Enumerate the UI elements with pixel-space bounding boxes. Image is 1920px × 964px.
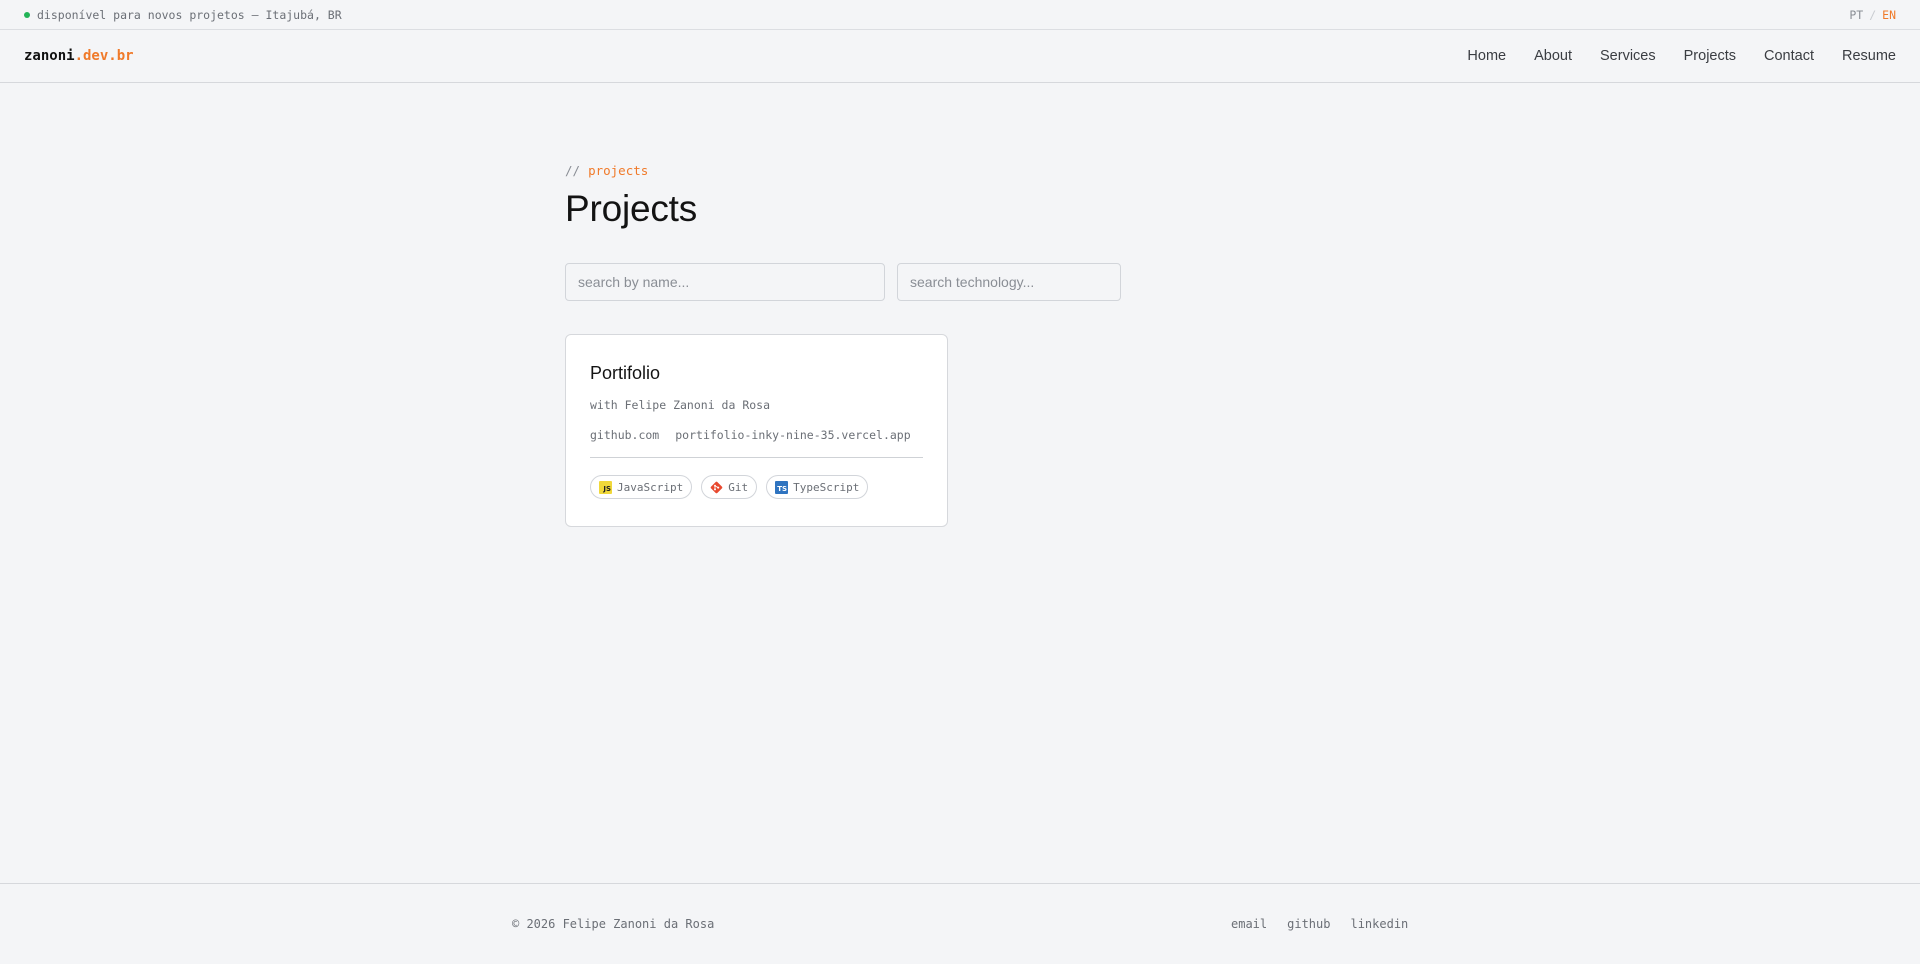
page-title: Projects <box>565 188 698 229</box>
tech-tags: JS JavaScript Git TS TypeScript <box>590 475 923 499</box>
nav-resume[interactable]: Resume <box>1842 48 1896 64</box>
typescript-icon: TS <box>775 480 789 494</box>
lang-pt[interactable]: PT <box>1849 8 1863 22</box>
footer-email-link[interactable]: email <box>1231 917 1267 931</box>
site-logo[interactable]: zanoni .dev.br <box>24 48 134 64</box>
search-technology-input[interactable] <box>897 263 1121 301</box>
footer-linkedin-link[interactable]: linkedin <box>1350 917 1408 931</box>
footer-github-link[interactable]: github <box>1287 917 1330 931</box>
search-by-name-input[interactable] <box>565 263 885 301</box>
site-header: zanoni .dev.br Home About Services Projec… <box>0 30 1920 83</box>
lang-en[interactable]: EN <box>1882 8 1896 22</box>
main-nav: Home About Services Projects Contact Res… <box>1467 48 1896 64</box>
logo-accent: .dev.br <box>74 48 134 64</box>
nav-contact[interactable]: Contact <box>1764 48 1814 64</box>
projects-section: // projects Projects Portifolio with Fel… <box>565 163 1125 527</box>
logo-main: zanoni <box>24 48 75 64</box>
project-card: Portifolio with Felipe Zanoni da Rosa gi… <box>565 334 948 527</box>
status-dot-icon <box>24 11 30 18</box>
nav-projects[interactable]: Projects <box>1684 48 1736 64</box>
tech-tag-typescript: TS TypeScript <box>766 475 869 499</box>
top-bar: disponível para novos projetos — Itajubá… <box>0 0 1920 30</box>
tech-tag-javascript: JS JavaScript <box>590 475 693 499</box>
card-divider <box>590 457 923 458</box>
javascript-icon: JS <box>599 480 612 494</box>
project-title: Portifolio <box>590 363 661 383</box>
project-links: github.com portifolio-inky-nine-35.verce… <box>590 428 923 442</box>
git-icon <box>710 481 723 494</box>
lang-separator: / <box>1869 7 1877 22</box>
search-filters <box>565 263 1125 301</box>
tag-label: Git <box>728 480 749 494</box>
tech-tag-git: Git <box>701 475 758 499</box>
tag-label: JavaScript <box>617 480 684 494</box>
availability-status: disponível para novos projetos — Itajubá… <box>24 8 342 22</box>
project-subtitle: with Felipe Zanoni da Rosa <box>590 398 771 412</box>
availability-text: disponível para novos projetos — Itajubá… <box>37 7 342 22</box>
section-eyebrow: // projects <box>565 163 1125 178</box>
footer-copyright: © 2026 Felipe Zanoni da Rosa <box>512 917 715 931</box>
project-demo-link[interactable]: portifolio-inky-nine-35.vercel.app <box>675 428 910 442</box>
nav-services[interactable]: Services <box>1600 48 1656 64</box>
nav-about[interactable]: About <box>1534 48 1572 64</box>
project-github-link[interactable]: github.com <box>590 428 659 442</box>
eyebrow-label: projects <box>588 163 649 178</box>
nav-home[interactable]: Home <box>1467 48 1506 64</box>
site-footer: © 2026 Felipe Zanoni da Rosa email githu… <box>0 883 1920 964</box>
eyebrow-prefix: // <box>565 163 581 178</box>
tag-label: TypeScript <box>793 480 860 494</box>
language-switcher: PT / EN <box>1849 8 1896 22</box>
footer-links: email github linkedin <box>1231 917 1408 931</box>
